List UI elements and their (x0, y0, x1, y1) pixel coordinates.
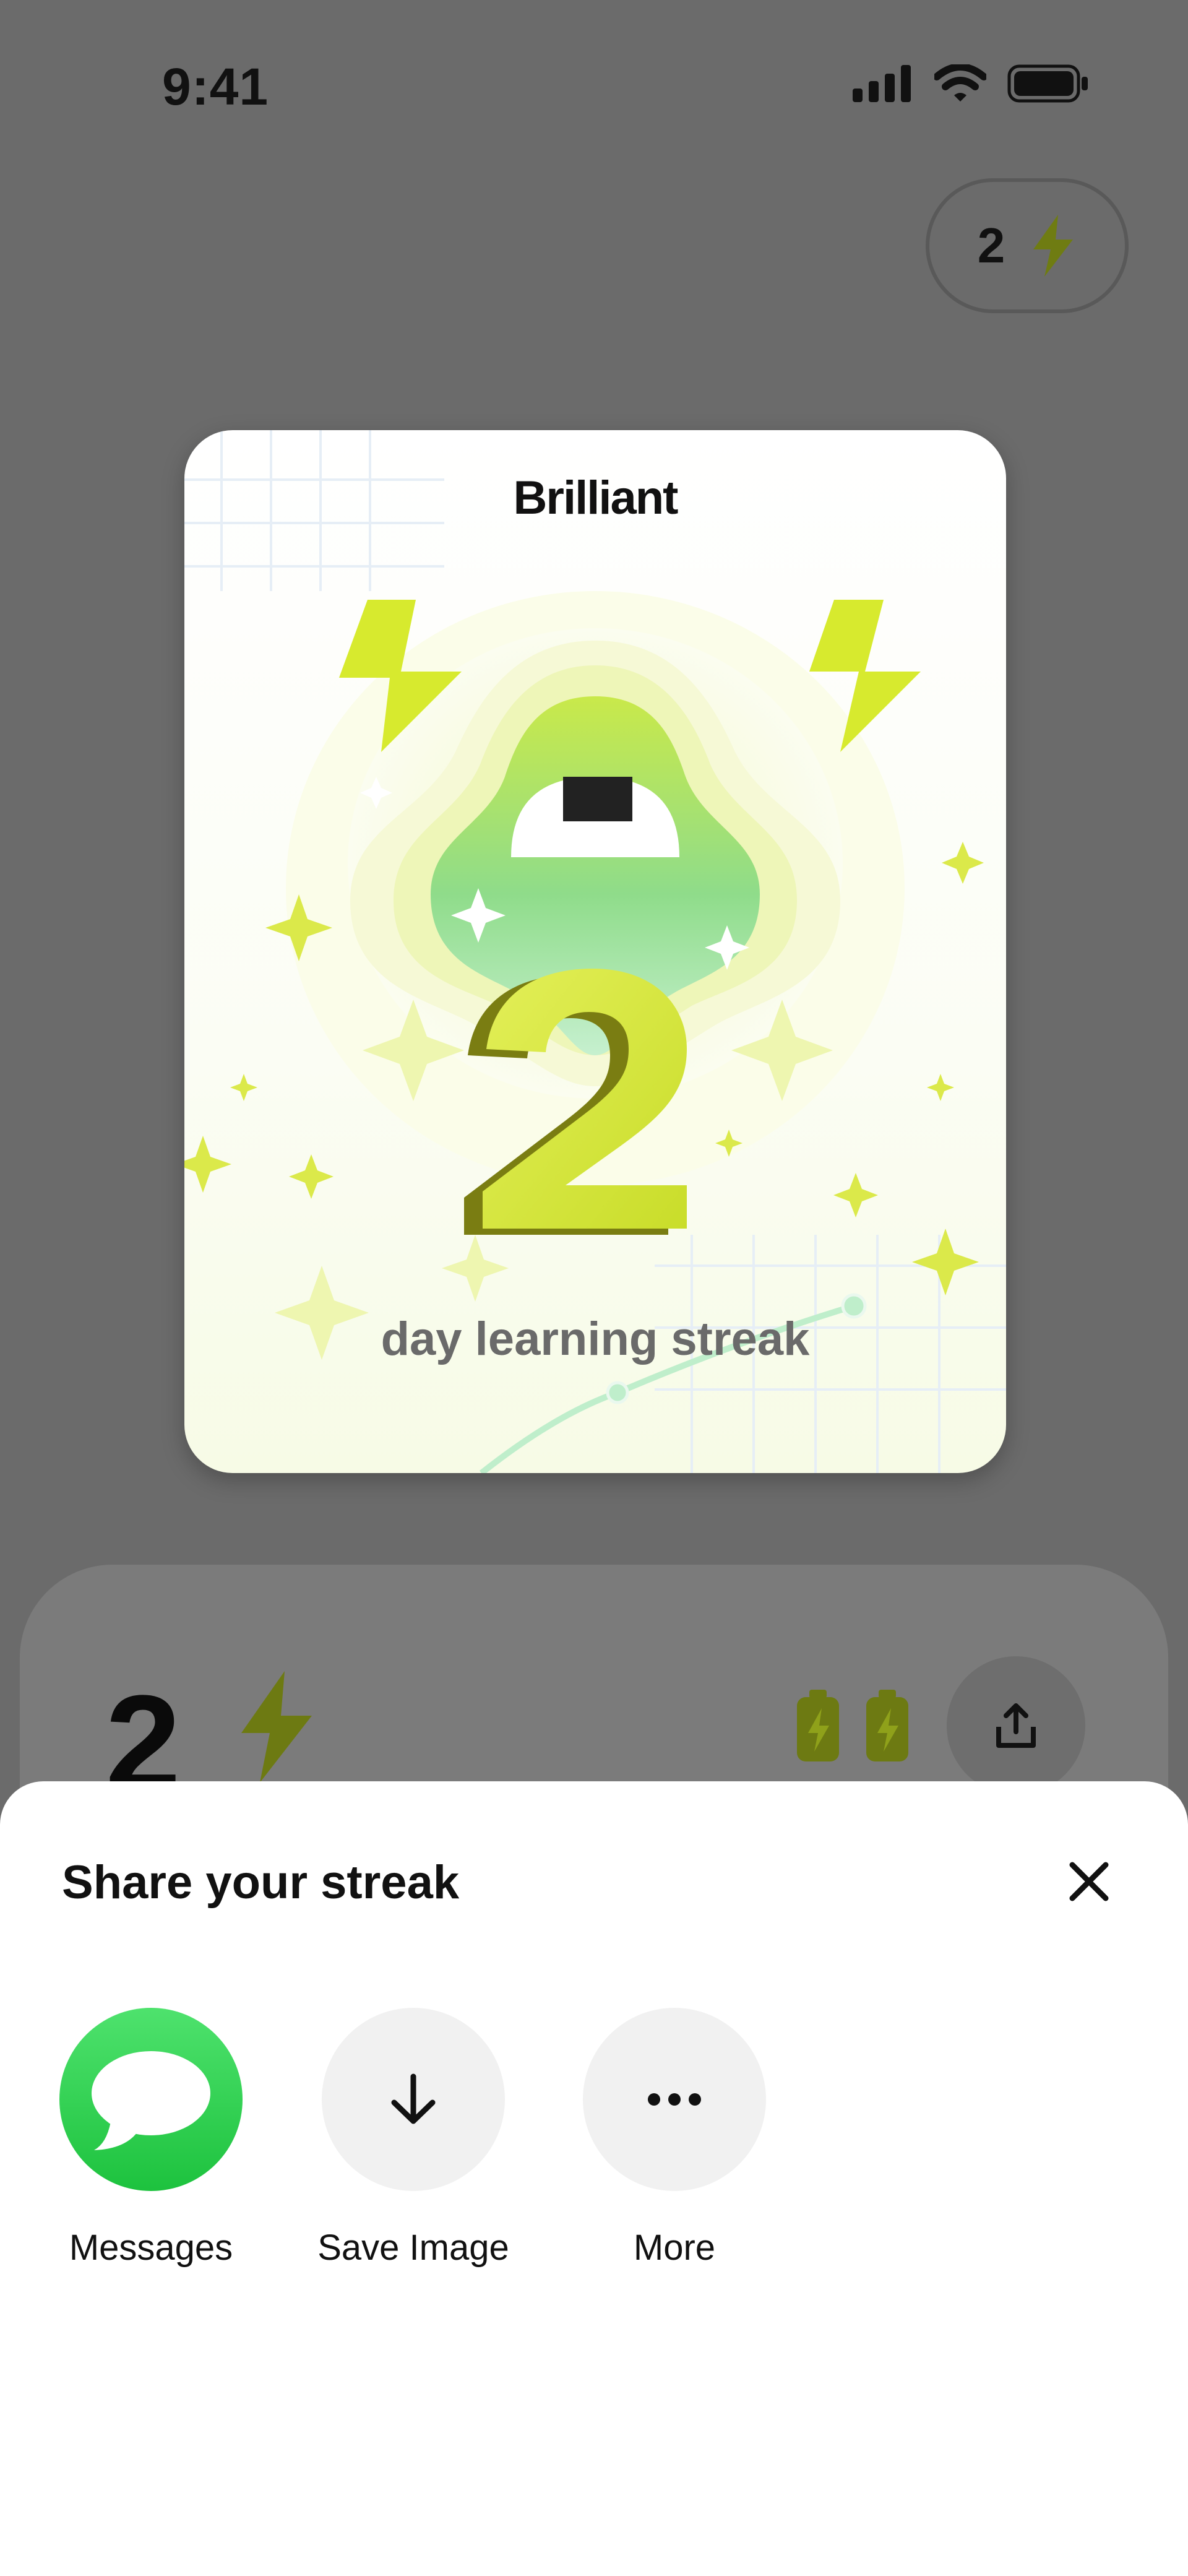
messages-icon (59, 2008, 243, 2191)
streak-share-card: Brilliant day learning streak (184, 430, 1006, 1473)
panel-bolt-icon (241, 1671, 312, 1783)
battery-streak-icon (866, 1690, 908, 1761)
brand-logo: Brilliant (513, 472, 679, 524)
sheet-title: Share your streak (62, 1856, 460, 1909)
more-button[interactable]: More (544, 2008, 804, 2268)
share-option-label: Messages (69, 2228, 233, 2268)
share-messages-button[interactable]: Messages (21, 2008, 281, 2268)
battery-streak-icon (797, 1690, 839, 1761)
close-icon (1069, 1862, 1109, 1901)
more-icon (583, 2008, 766, 2191)
share-option-label: More (633, 2228, 716, 2268)
share-option-label: Save Image (317, 2228, 509, 2268)
bolt-icon (1033, 215, 1074, 277)
save-image-button[interactable]: Save Image (283, 2008, 543, 2268)
streak-count: 2 (977, 218, 1005, 273)
panel-share-button[interactable] (947, 1656, 1085, 1795)
share-icon (996, 1703, 1036, 1748)
close-button[interactable] (1064, 1857, 1114, 1906)
status-time: 9:41 (162, 58, 269, 116)
streak-caption: day learning streak (381, 1313, 810, 1365)
share-sheet: Share your streak Messages Save Image Mo… (0, 1781, 1188, 2576)
signal-icon (853, 65, 911, 102)
wifi-icon (934, 64, 986, 102)
download-icon (322, 2008, 505, 2191)
streak-pill[interactable]: 2 (926, 178, 1129, 313)
status-icons (853, 64, 1089, 103)
battery-icon (1007, 64, 1088, 103)
